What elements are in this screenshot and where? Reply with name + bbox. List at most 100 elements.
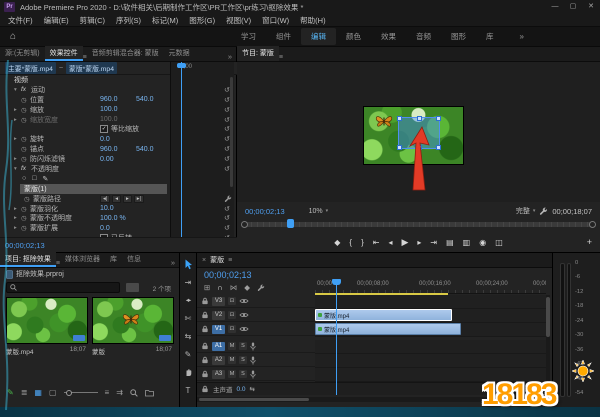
reset-icon[interactable]: ↺ bbox=[224, 86, 230, 94]
mask-group-label[interactable]: 蒙版(1) bbox=[20, 184, 167, 194]
time-ruler[interactable]: 00;00 00;00;08;00 00;00;16;00 00;00;24;0… bbox=[315, 279, 546, 294]
pen-mask-icon[interactable]: ✎ bbox=[42, 175, 48, 183]
reset-icon[interactable]: ↺ bbox=[224, 205, 230, 213]
sync-lock-icon[interactable]: ⊡ bbox=[228, 325, 236, 333]
reset-icon[interactable]: ↺ bbox=[224, 96, 230, 104]
solo-button[interactable]: S bbox=[239, 356, 247, 364]
eye-icon[interactable] bbox=[239, 326, 249, 332]
project-item-clip[interactable]: 蒙版.mp4 18;07 bbox=[6, 297, 86, 356]
sync-lock-icon[interactable]: ⊡ bbox=[228, 311, 236, 319]
track-name-v2[interactable]: V2 bbox=[212, 311, 225, 320]
pen-tool[interactable]: ✎ bbox=[182, 348, 195, 360]
mask-handle[interactable] bbox=[397, 145, 402, 150]
stopwatch-icon[interactable]: ◷ bbox=[21, 106, 30, 114]
eye-icon[interactable] bbox=[239, 298, 249, 304]
selection-tool[interactable] bbox=[182, 258, 195, 270]
workspace-overflow-icon[interactable]: » bbox=[520, 32, 524, 41]
workspace-tab-learning[interactable]: 学习 bbox=[231, 28, 266, 45]
lock-icon[interactable] bbox=[201, 311, 209, 319]
add-marker-icon[interactable]: ◆ bbox=[334, 238, 340, 247]
reset-icon[interactable]: ↺ bbox=[224, 224, 230, 232]
sequence-thumbnail[interactable] bbox=[92, 297, 174, 344]
settings-wrench-icon[interactable] bbox=[539, 207, 548, 216]
icon-view-icon[interactable]: ▦ bbox=[34, 388, 42, 397]
project-item-sequence[interactable]: 蒙版 18;07 bbox=[92, 297, 172, 356]
mark-in-icon[interactable]: { bbox=[349, 238, 352, 247]
track-name-v3[interactable]: V3 bbox=[212, 297, 225, 306]
timeline-settings-wrench-icon[interactable] bbox=[257, 284, 265, 292]
uniform-scale-checkbox[interactable]: ✓ bbox=[100, 125, 108, 133]
mask-handle[interactable] bbox=[436, 116, 441, 121]
workspace-tab-audio[interactable]: 音频 bbox=[406, 28, 441, 45]
timeline-timecode[interactable]: 00;00;02;13 bbox=[204, 270, 252, 280]
menu-help[interactable]: 帮助(H) bbox=[300, 15, 325, 26]
rotation-value[interactable]: 0.0 bbox=[100, 136, 110, 143]
mask-expansion-value[interactable]: 0.0 bbox=[100, 225, 110, 232]
solo-button[interactable]: S bbox=[239, 370, 247, 378]
zoom-level-select[interactable]: 10% ▾ bbox=[309, 208, 329, 215]
tab-program-monitor[interactable]: 节目: 蒙版 bbox=[237, 46, 279, 61]
ellipse-mask-icon[interactable]: ○ bbox=[22, 175, 26, 182]
workspace-tab-libraries[interactable]: 库 bbox=[476, 28, 504, 45]
menu-edit[interactable]: 编辑(E) bbox=[44, 15, 69, 26]
eye-icon[interactable] bbox=[239, 312, 249, 318]
step-forward-icon[interactable]: ▸ bbox=[417, 238, 421, 247]
sort-icon[interactable]: ≡ bbox=[105, 388, 110, 397]
mic-icon[interactable] bbox=[250, 370, 256, 379]
mute-button[interactable]: M bbox=[228, 370, 236, 378]
tab-audio-clip-mixer[interactable]: 音频剪辑混合器: 蒙版 bbox=[87, 46, 164, 61]
mute-button[interactable]: M bbox=[228, 342, 236, 350]
menu-file[interactable]: 文件(F) bbox=[8, 15, 33, 26]
mask-handle[interactable] bbox=[436, 145, 441, 150]
sync-lock-icon[interactable]: ⊡ bbox=[228, 297, 236, 305]
left-panel-overflow-icon[interactable]: » bbox=[228, 52, 236, 61]
close-icon[interactable]: ✕ bbox=[582, 0, 600, 14]
close-panel-icon[interactable]: × bbox=[202, 257, 206, 264]
stopwatch-icon[interactable]: ◷ bbox=[24, 195, 33, 203]
menu-graphics[interactable]: 图形(G) bbox=[189, 15, 215, 26]
stopwatch-icon[interactable]: ◷ bbox=[21, 145, 30, 153]
track-mask-backward-icon[interactable]: ◂ bbox=[112, 195, 121, 203]
search-input[interactable] bbox=[20, 283, 110, 292]
lock-icon[interactable] bbox=[201, 325, 209, 333]
workspace-tab-assembly[interactable]: 组件 bbox=[266, 28, 301, 45]
tab-libraries[interactable]: 库 bbox=[105, 252, 122, 267]
playback-resolution-select[interactable]: 完整 ▾ bbox=[516, 206, 536, 216]
sequence-name[interactable]: 蒙版 bbox=[92, 346, 105, 356]
filter-button[interactable] bbox=[126, 283, 139, 292]
automate-to-sequence-icon[interactable]: ⇉ bbox=[116, 388, 123, 397]
go-to-out-icon[interactable]: ⇥ bbox=[430, 238, 437, 247]
step-back-icon[interactable]: ◂ bbox=[388, 238, 392, 247]
ripple-edit-tool[interactable]: ◂▸ bbox=[182, 294, 195, 306]
tab-info[interactable]: 信息 bbox=[122, 252, 146, 267]
antiflicker-value[interactable]: 0.00 bbox=[100, 156, 114, 163]
stopwatch-icon[interactable]: ◷ bbox=[21, 224, 30, 232]
workspace-tab-editing[interactable]: 编辑 bbox=[301, 28, 336, 45]
reset-icon[interactable]: ↺ bbox=[224, 125, 230, 133]
add-marker-icon[interactable]: ◆ bbox=[244, 283, 250, 292]
maximize-icon[interactable]: ▢ bbox=[564, 0, 582, 14]
menu-clip[interactable]: 剪辑(C) bbox=[80, 15, 105, 26]
nest-indicator-icon[interactable]: ⊞ bbox=[204, 283, 210, 292]
lock-icon[interactable] bbox=[201, 385, 209, 393]
track-lane-a1[interactable] bbox=[315, 340, 546, 354]
project-file-name[interactable]: 抠除效果.prproj bbox=[16, 269, 64, 279]
position-x-value[interactable]: 960.0 bbox=[100, 96, 118, 103]
tab-media-browser[interactable]: 媒体浏览器 bbox=[60, 252, 105, 267]
scrub-left-handle[interactable] bbox=[241, 221, 248, 228]
thumbnail-zoom-slider[interactable] bbox=[64, 392, 98, 393]
workspace-tab-effects[interactable]: 效果 bbox=[371, 28, 406, 45]
mute-button[interactable]: M bbox=[228, 356, 236, 364]
lock-icon[interactable] bbox=[201, 297, 209, 305]
search-box[interactable] bbox=[6, 282, 120, 293]
tab-sequence[interactable]: 蒙版 bbox=[210, 255, 224, 265]
minimize-icon[interactable]: — bbox=[546, 0, 564, 14]
reset-icon[interactable]: ↺ bbox=[224, 135, 230, 143]
panel-menu-icon[interactable]: ≡ bbox=[228, 257, 232, 264]
mask-tracking-settings-wrench-icon[interactable] bbox=[224, 195, 232, 203]
razor-tool[interactable]: ✄ bbox=[182, 312, 195, 324]
comparison-view-icon[interactable]: ◫ bbox=[495, 238, 503, 247]
play-icon[interactable]: ▶ bbox=[401, 237, 408, 248]
mic-icon[interactable] bbox=[250, 356, 256, 365]
menu-marker[interactable]: 标记(M) bbox=[152, 15, 178, 26]
